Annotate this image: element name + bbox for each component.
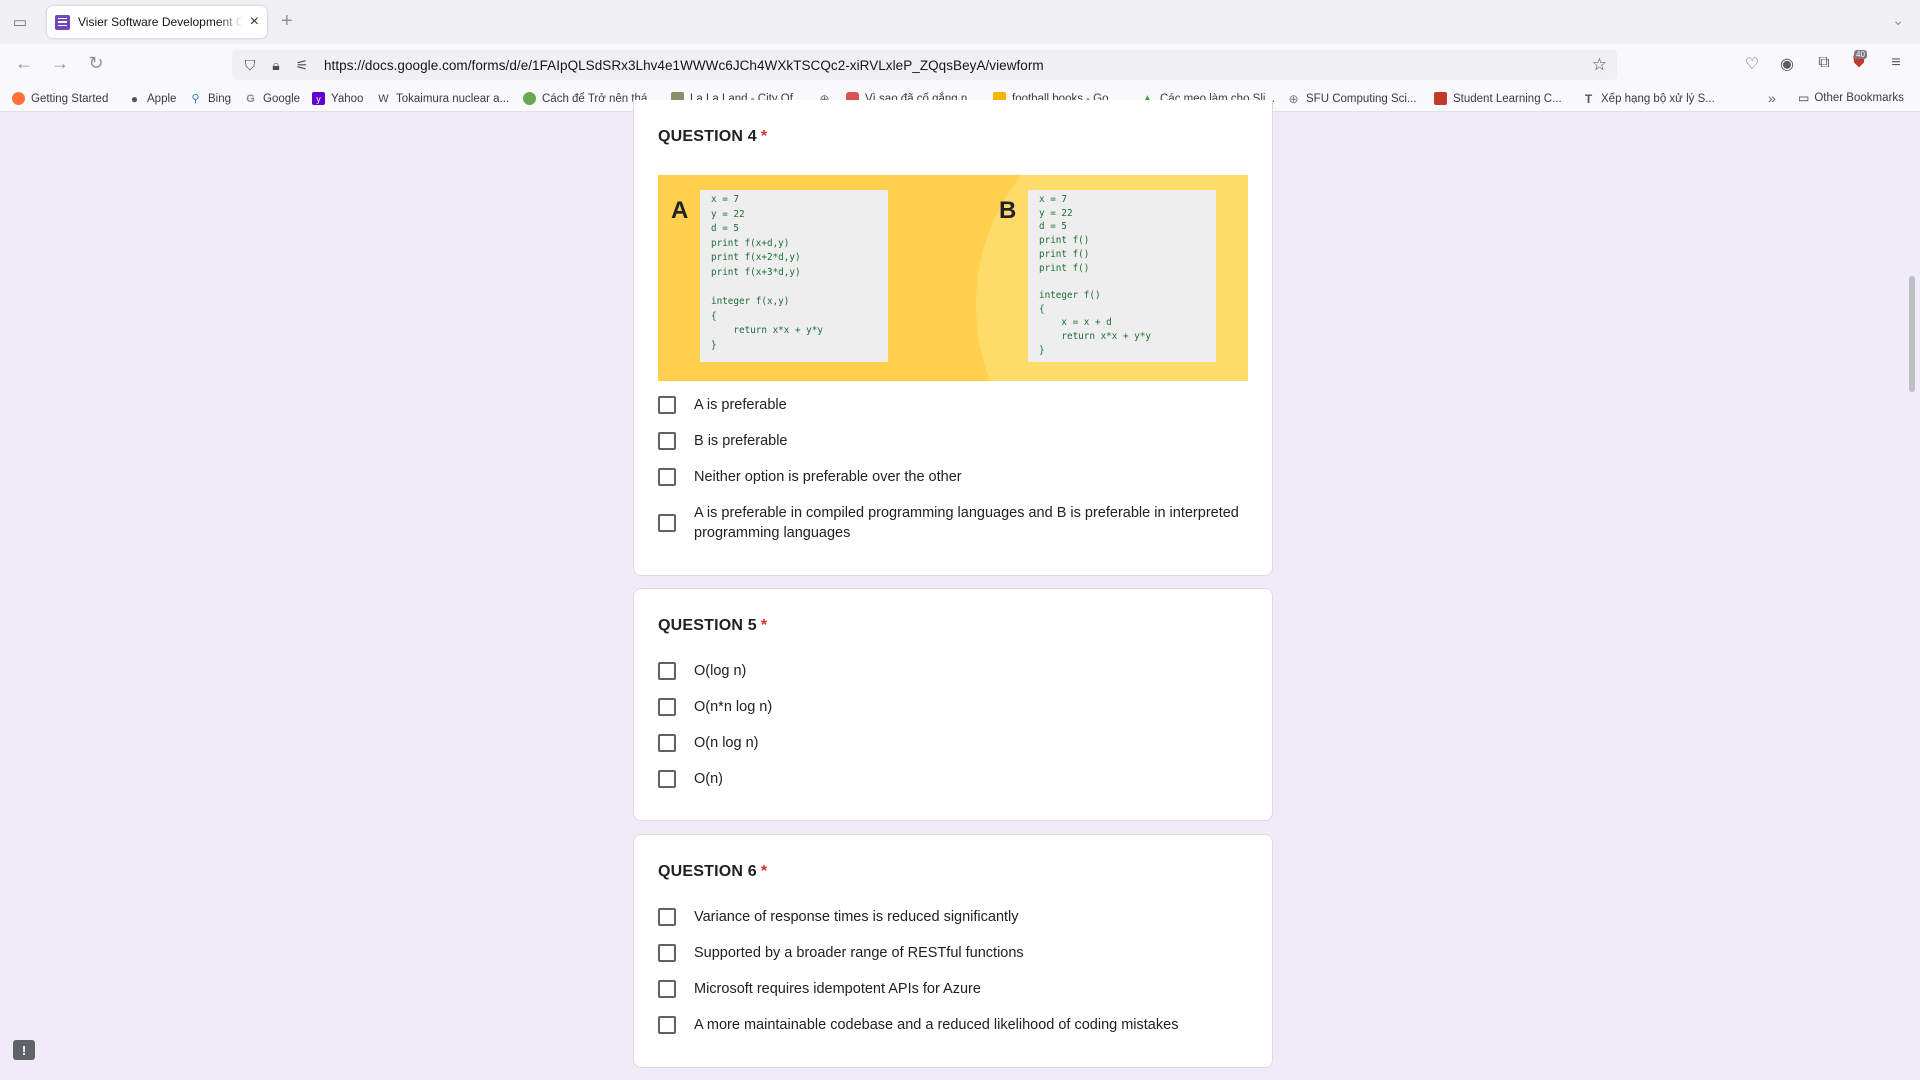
apple-icon: ●: [130, 91, 139, 106]
option-checkbox[interactable]: Supported by a broader range of RESTful …: [658, 943, 1248, 963]
checkbox[interactable]: [658, 980, 676, 998]
option-b-label: B: [999, 197, 1017, 224]
checkbox[interactable]: [658, 908, 676, 926]
permissions-icon[interactable]: ⚟: [294, 57, 310, 74]
option-checkbox[interactable]: B is preferable: [658, 431, 1248, 451]
option-checkbox[interactable]: O(n*n log n): [658, 697, 1248, 717]
sfu-icon: [1434, 92, 1447, 105]
question-title: QUESTION 4 *: [658, 128, 768, 145]
scrollbar-thumb[interactable]: [1909, 276, 1915, 392]
reload-icon[interactable]: ↻: [84, 53, 108, 74]
checkbox[interactable]: [658, 514, 676, 532]
checkbox[interactable]: [658, 396, 676, 414]
back-arrow-icon[interactable]: ←: [12, 53, 36, 74]
option-checkbox[interactable]: A is preferable: [658, 395, 1248, 415]
wikipedia-icon: W: [378, 92, 389, 105]
question-5-card: QUESTION 5 * O(log n) O(n*n log n) O(n lo…: [633, 588, 1273, 821]
checkbox[interactable]: [658, 698, 676, 716]
close-tab-icon[interactable]: ×: [250, 14, 259, 30]
option-checkbox[interactable]: A more maintainable codebase and a reduc…: [658, 1015, 1248, 1035]
checkbox[interactable]: [658, 734, 676, 752]
tab-overview-icon[interactable]: ▭: [10, 13, 30, 31]
checkbox[interactable]: [658, 468, 676, 486]
option-checkbox[interactable]: Neither option is preferable over the ot…: [658, 467, 1248, 487]
url-text[interactable]: https://docs.google.com/forms/d/e/1FAIpQ…: [324, 58, 1044, 73]
bookmark-google[interactable]: G Google: [244, 92, 300, 105]
question-4-card: QUESTION 4 * A x = 7 y = 22 d = 5 print f…: [633, 100, 1273, 576]
yahoo-icon: y: [312, 92, 325, 105]
bookmark-bing[interactable]: ⚲ Bing: [189, 92, 231, 106]
globe-icon: ⊕: [1288, 91, 1299, 106]
chevron-down-icon[interactable]: ⌄: [1892, 12, 1904, 29]
option-checkbox[interactable]: Microsoft requires idempotent APIs for A…: [658, 979, 1248, 999]
checkbox[interactable]: [658, 770, 676, 788]
google-forms-favicon-icon: [55, 14, 70, 30]
checkbox[interactable]: [658, 432, 676, 450]
forward-arrow-icon[interactable]: →: [48, 53, 72, 74]
bookmark-xep-hang[interactable]: T Xếp hạng bộ xử lý S...: [1582, 91, 1715, 106]
other-bookmarks[interactable]: ▭ Other Bookmarks: [1798, 91, 1904, 105]
account-icon[interactable]: ◉: [1776, 54, 1798, 74]
tab-bar: ▭ Visier Software Development C... × + ⌄: [0, 0, 1920, 44]
code-snippet-b: x = 7 y = 22 d = 5 print f() print f() p…: [1028, 190, 1216, 362]
question-title: QUESTION 6 *: [658, 863, 768, 880]
new-tab-icon[interactable]: +: [281, 10, 293, 33]
folder-icon: ▭: [1798, 91, 1810, 105]
pocket-icon[interactable]: ♡: [1741, 54, 1763, 74]
menu-icon[interactable]: ≡: [1885, 54, 1907, 72]
extension-badge: 40: [1854, 50, 1867, 59]
checkbox[interactable]: [658, 662, 676, 680]
required-asterisk: *: [760, 617, 768, 634]
option-checkbox[interactable]: O(n log n): [658, 733, 1248, 753]
feedback-icon[interactable]: !: [13, 1040, 35, 1060]
search-icon: ⚲: [191, 93, 200, 105]
google-icon: G: [246, 92, 255, 105]
question-title: QUESTION 5 *: [658, 617, 768, 634]
bookmark-yahoo[interactable]: y Yahoo: [312, 92, 363, 105]
extensions-icon[interactable]: ⧉: [1813, 54, 1835, 72]
required-asterisk: *: [760, 863, 768, 880]
checkbox[interactable]: [658, 1016, 676, 1034]
shield-icon[interactable]: ⛉: [242, 57, 258, 74]
required-asterisk: *: [760, 128, 768, 145]
url-bar[interactable]: ⛉ 🔒︎ ⚟ https://docs.google.com/forms/d/e…: [232, 50, 1617, 80]
bookmark-tokaimura[interactable]: W Tokaimura nuclear a...: [377, 92, 509, 105]
question-image: A x = 7 y = 22 d = 5 print f(x+d,y) prin…: [658, 175, 1248, 381]
option-checkbox[interactable]: O(n): [658, 769, 1248, 789]
option-a-label: A: [671, 197, 689, 224]
lock-icon[interactable]: 🔒︎: [268, 57, 284, 74]
bookmark-sfu-computing[interactable]: ⊕ SFU Computing Sci...: [1287, 91, 1416, 106]
checkbox[interactable]: [658, 944, 676, 962]
active-tab[interactable]: Visier Software Development C... ×: [47, 6, 267, 38]
option-checkbox[interactable]: Variance of response times is reduced si…: [658, 907, 1248, 927]
bookmark-student-learning[interactable]: Student Learning C...: [1434, 92, 1562, 105]
question-6-card: QUESTION 6 * Variance of response times i…: [633, 834, 1273, 1068]
site-icon: T: [1584, 91, 1593, 106]
tab-title: Visier Software Development C...: [78, 15, 243, 29]
navigation-bar: ← → ↻ ⛉ 🔒︎ ⚟ https://docs.google.com/for…: [0, 44, 1920, 86]
code-snippet-a: x = 7 y = 22 d = 5 print f(x+d,y) print …: [700, 190, 888, 362]
firefox-icon: [12, 92, 25, 105]
option-checkbox[interactable]: A is preferable in compiled programming …: [658, 503, 1248, 543]
site-icon: [523, 92, 536, 105]
chevron-double-right-icon[interactable]: »: [1768, 90, 1776, 106]
bookmark-getting-started[interactable]: Getting Started: [12, 92, 108, 105]
bookmark-apple[interactable]: ● Apple: [128, 91, 177, 106]
bookmark-star-icon[interactable]: ☆: [1592, 55, 1607, 75]
option-checkbox[interactable]: O(log n): [658, 661, 1248, 681]
